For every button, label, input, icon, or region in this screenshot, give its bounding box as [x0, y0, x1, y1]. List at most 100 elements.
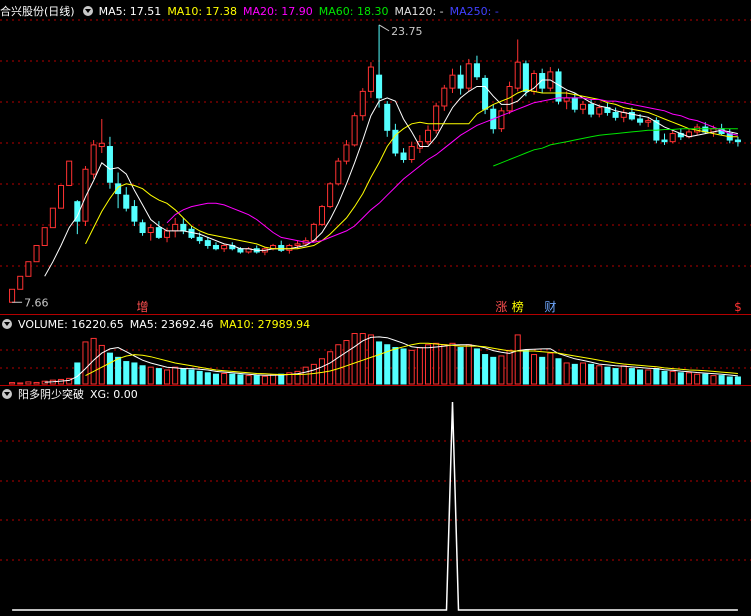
volume-bar	[172, 366, 179, 385]
candle-body	[367, 66, 374, 92]
xg-signal-line	[12, 401, 738, 611]
volume-bar	[33, 381, 40, 385]
candle-body	[33, 244, 40, 263]
event-marker: 涨	[495, 299, 507, 314]
candle-body	[351, 115, 358, 146]
volume-bar	[408, 349, 415, 385]
volume-bar	[204, 372, 211, 385]
volume-bar	[555, 358, 562, 385]
volume-bar	[82, 341, 89, 385]
ma60-label: MA60: 18.30	[318, 4, 389, 18]
volume-bar	[196, 370, 203, 385]
event-marker: $	[734, 300, 742, 314]
volume-bar	[620, 365, 627, 385]
volume-bar	[212, 373, 219, 385]
candle-body	[449, 74, 456, 89]
candle-body	[106, 146, 113, 183]
candle-body	[164, 230, 171, 238]
volume-bar	[106, 352, 113, 385]
volume-bar	[302, 366, 309, 385]
volume-bar	[547, 352, 554, 385]
volume-bar	[661, 370, 668, 385]
candle-body	[196, 236, 203, 242]
volume-bar	[539, 356, 546, 385]
candle-body	[612, 111, 619, 118]
volume-label: VOLUME: 16220.65	[18, 317, 124, 331]
candle-body	[294, 243, 301, 246]
kline-chart-svg: 23.75 7.66 增 涨榜 财 $	[0, 19, 751, 611]
candle-body	[473, 63, 480, 78]
ma20-label: MA20: 17.90	[243, 4, 313, 18]
volume-bar	[400, 348, 407, 385]
price-pane-header: 合兴股份(日线) MA5: 17.51 MA10: 17.38 MA20: 17…	[0, 3, 505, 19]
candle-body	[172, 223, 179, 232]
volume-bar	[685, 372, 693, 385]
ma10-label: MA10: 17.38	[167, 4, 238, 18]
candle-body	[9, 288, 16, 303]
volume-bar	[221, 372, 228, 385]
chart-stage: 23.75 7.66 增 涨榜 财 $ 合兴股份(日线) MA5: 17.51 MA10:…	[0, 0, 751, 612]
candle-body	[17, 275, 24, 290]
high-pointer	[378, 24, 390, 32]
volume-dropdown-icon[interactable]	[2, 319, 12, 329]
candle-body	[82, 168, 89, 222]
candle-body	[637, 118, 644, 123]
volume-bar	[270, 374, 277, 385]
candle-body	[212, 244, 219, 250]
volume-bar	[335, 344, 342, 385]
candle-body	[123, 194, 130, 209]
candle-body	[465, 63, 472, 89]
volume-bar	[571, 363, 578, 385]
volume-bar	[424, 344, 432, 385]
volume-bar	[376, 341, 383, 385]
xg-label: XG: 0.00	[90, 387, 138, 401]
volume-bar	[261, 375, 268, 385]
volume-bar	[180, 368, 187, 385]
volume-bar	[473, 348, 480, 385]
candle-body	[661, 139, 668, 143]
volume-ma5-label: MA5: 23692.46	[129, 317, 214, 331]
volume-ma10-label: MA10: 27989.94	[219, 317, 311, 331]
candle-body	[571, 97, 578, 110]
volume-bar	[531, 354, 538, 385]
indicator-pane-header: 阳多阴少突破 XG: 0.00	[0, 386, 144, 402]
volume-bar	[645, 369, 652, 385]
volume-bar	[237, 374, 244, 385]
volume-bar	[98, 344, 105, 385]
candle-body	[327, 183, 334, 208]
volume-bar	[188, 369, 195, 385]
candle-body	[180, 223, 187, 232]
candle-body	[539, 73, 546, 89]
volume-bar	[327, 351, 334, 385]
volume-bar	[131, 362, 138, 385]
volume-bar	[90, 337, 97, 385]
indicator-title: 阳多阴少突破	[18, 388, 84, 401]
ma5-label: MA5: 17.51	[98, 4, 162, 18]
candle-body	[645, 120, 652, 123]
candle-body	[98, 142, 105, 148]
candle-body	[147, 227, 154, 234]
volume-bar	[710, 375, 717, 385]
candle-body	[359, 90, 366, 117]
volume-bar	[318, 358, 326, 385]
indicator-dropdown-icon[interactable]	[2, 389, 12, 399]
volume-bar	[563, 362, 570, 385]
volume-bar	[441, 344, 448, 385]
candle-body	[424, 129, 432, 143]
candle-body	[441, 87, 448, 107]
candle-body	[498, 110, 505, 130]
candle-body	[579, 103, 586, 110]
volume-bar	[278, 373, 285, 385]
candle-body	[522, 63, 529, 92]
candle-body	[221, 244, 228, 250]
volume-bar	[416, 347, 423, 385]
candle-body	[734, 139, 741, 143]
volume-bar	[694, 373, 701, 385]
volume-bar	[343, 340, 350, 385]
volume-bar	[579, 362, 586, 385]
volume-bar	[139, 365, 146, 385]
high-price-label: 23.75	[391, 25, 423, 38]
volume-bar	[9, 382, 16, 385]
event-marker: 增	[137, 300, 149, 314]
settings-dropdown-icon[interactable]	[82, 6, 93, 16]
